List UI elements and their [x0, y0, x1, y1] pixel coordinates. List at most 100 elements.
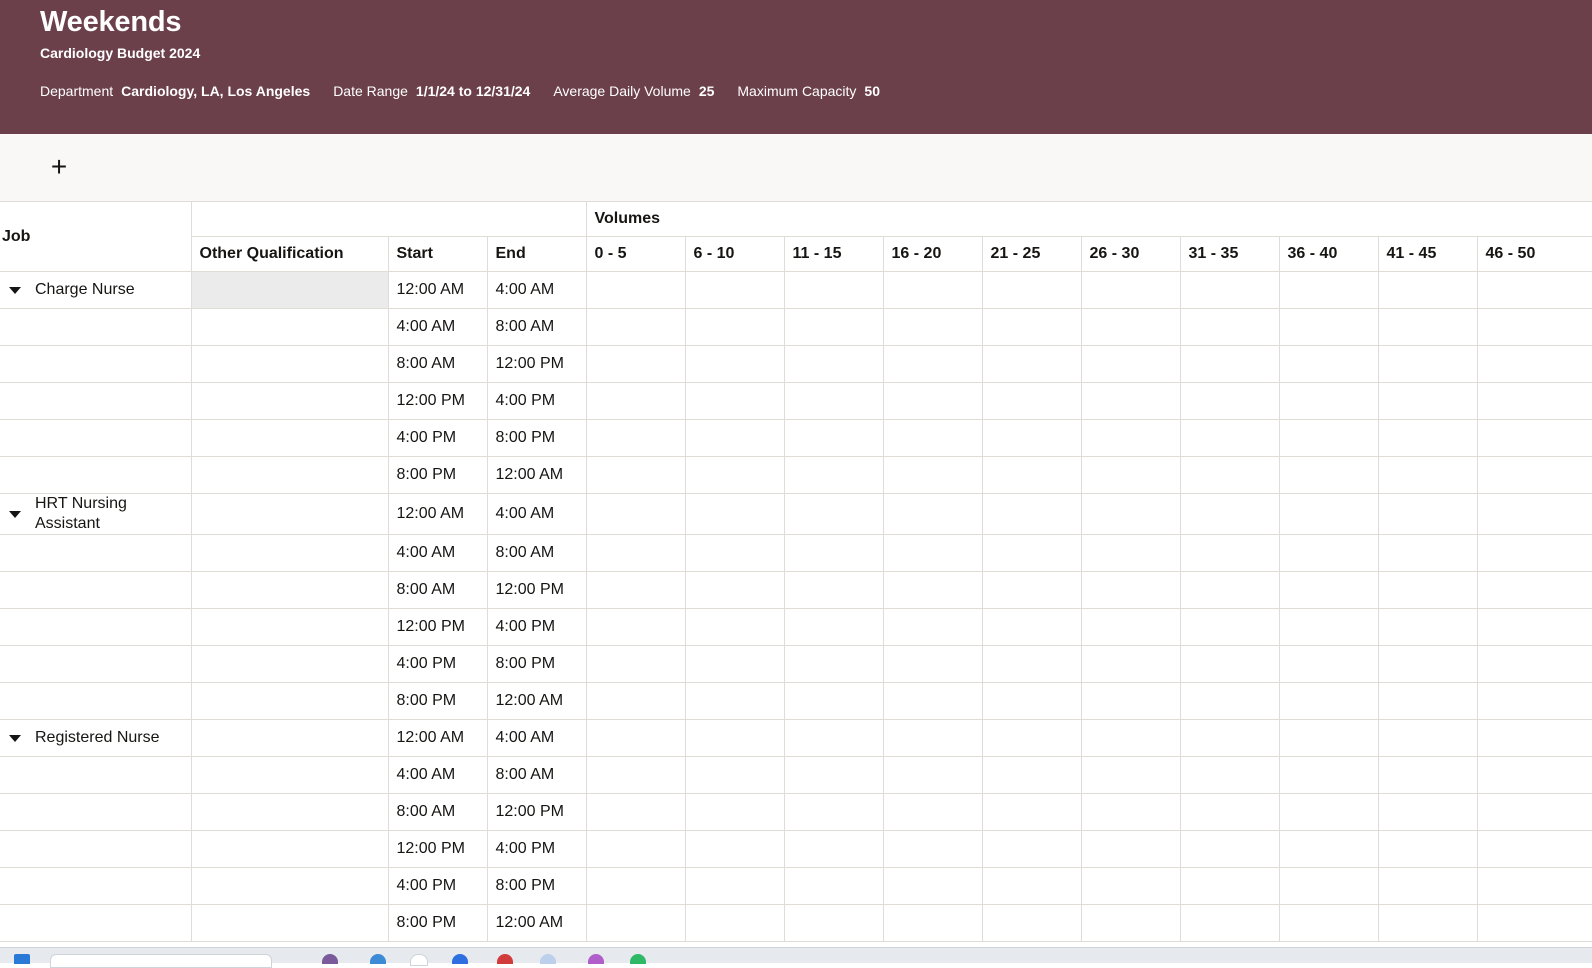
other-qualification-cell[interactable] — [190, 382, 389, 420]
app-icon[interactable] — [410, 954, 428, 966]
volume-cell[interactable] — [1080, 719, 1181, 757]
volume-cell[interactable] — [783, 793, 884, 831]
volume-cell[interactable] — [981, 493, 1082, 535]
job-cell[interactable]: HRT Nursing Assistant — [0, 493, 192, 535]
volume-cell[interactable] — [1476, 534, 1592, 572]
other-qualification-cell[interactable] — [190, 571, 389, 609]
job-group-header[interactable]: Registered Nurse — [0, 728, 183, 748]
volume-cell[interactable] — [1278, 608, 1379, 646]
volume-cell[interactable] — [684, 830, 785, 868]
other-qualification-cell[interactable] — [190, 419, 389, 457]
end-time-cell[interactable]: 12:00 AM — [486, 456, 587, 494]
volume-cell[interactable] — [882, 904, 983, 942]
volume-cell[interactable] — [684, 867, 785, 905]
column-header-volume-range[interactable]: 36 - 40 — [1278, 236, 1379, 272]
volume-cell[interactable] — [1377, 719, 1478, 757]
end-time-cell[interactable]: 4:00 AM — [486, 719, 587, 757]
caret-down-icon[interactable] — [9, 286, 21, 294]
volume-cell[interactable] — [783, 830, 884, 868]
volume-cell[interactable] — [1377, 534, 1478, 572]
volume-cell[interactable] — [684, 682, 785, 720]
volume-cell[interactable] — [981, 867, 1082, 905]
volume-cell[interactable] — [783, 345, 884, 383]
volume-cell[interactable] — [981, 719, 1082, 757]
volume-cell[interactable] — [1278, 534, 1379, 572]
app-icon[interactable] — [452, 954, 468, 964]
volume-cell[interactable] — [1179, 571, 1280, 609]
volume-cell[interactable] — [1278, 645, 1379, 683]
volume-cell[interactable] — [1476, 571, 1592, 609]
column-header-volume-range[interactable]: 26 - 30 — [1080, 236, 1181, 272]
volume-cell[interactable] — [684, 493, 785, 535]
volume-cell[interactable] — [1377, 608, 1478, 646]
volume-cell[interactable] — [1080, 456, 1181, 494]
volume-cell[interactable] — [783, 571, 884, 609]
volume-cell[interactable] — [684, 271, 785, 309]
end-time-cell[interactable]: 12:00 PM — [486, 793, 587, 831]
volume-cell[interactable] — [1179, 904, 1280, 942]
volume-cell[interactable] — [1278, 571, 1379, 609]
volume-cell[interactable] — [1278, 308, 1379, 346]
other-qualification-cell[interactable] — [190, 867, 389, 905]
volume-cell[interactable] — [783, 271, 884, 309]
volume-cell[interactable] — [783, 308, 884, 346]
volume-cell[interactable] — [783, 682, 884, 720]
volume-cell[interactable] — [684, 345, 785, 383]
start-time-cell[interactable]: 12:00 AM — [387, 493, 488, 535]
volume-cell[interactable] — [585, 382, 686, 420]
volume-cell[interactable] — [1179, 456, 1280, 494]
start-time-cell[interactable]: 4:00 PM — [387, 645, 488, 683]
other-qualification-cell[interactable] — [190, 904, 389, 942]
volume-cell[interactable] — [1278, 419, 1379, 457]
volume-cell[interactable] — [684, 608, 785, 646]
volume-cell[interactable] — [1377, 345, 1478, 383]
volume-cell[interactable] — [1377, 419, 1478, 457]
volume-cell[interactable] — [1080, 904, 1181, 942]
volume-cell[interactable] — [1080, 271, 1181, 309]
volume-cell[interactable] — [1476, 756, 1592, 794]
volume-cell[interactable] — [1377, 308, 1478, 346]
app-icon[interactable] — [322, 954, 338, 964]
volume-cell[interactable] — [783, 645, 884, 683]
volume-cell[interactable] — [585, 793, 686, 831]
end-time-cell[interactable]: 4:00 PM — [486, 608, 587, 646]
end-time-cell[interactable]: 8:00 AM — [486, 756, 587, 794]
volume-cell[interactable] — [585, 608, 686, 646]
end-time-cell[interactable]: 8:00 PM — [486, 867, 587, 905]
volume-cell[interactable] — [585, 271, 686, 309]
app-icon[interactable] — [540, 954, 556, 964]
column-header-volume-range[interactable]: 41 - 45 — [1377, 236, 1478, 272]
volume-cell[interactable] — [1476, 719, 1592, 757]
volume-cell[interactable] — [882, 493, 983, 535]
volume-cell[interactable] — [1377, 493, 1478, 535]
add-button[interactable]: + — [42, 150, 76, 184]
volume-cell[interactable] — [882, 756, 983, 794]
column-header-volume-range[interactable]: 31 - 35 — [1179, 236, 1280, 272]
start-time-cell[interactable]: 8:00 AM — [387, 571, 488, 609]
volume-cell[interactable] — [1476, 271, 1592, 309]
volume-cell[interactable] — [1377, 793, 1478, 831]
volume-cell[interactable] — [585, 867, 686, 905]
windows-start-icon[interactable] — [14, 954, 30, 964]
start-time-cell[interactable]: 12:00 PM — [387, 608, 488, 646]
volume-cell[interactable] — [882, 830, 983, 868]
volume-cell[interactable] — [1476, 456, 1592, 494]
volume-cell[interactable] — [1080, 308, 1181, 346]
volume-cell[interactable] — [1476, 419, 1592, 457]
volume-cell[interactable] — [981, 756, 1082, 794]
volume-cell[interactable] — [1080, 793, 1181, 831]
app-icon[interactable] — [370, 954, 386, 964]
volume-cell[interactable] — [981, 682, 1082, 720]
volume-cell[interactable] — [1278, 382, 1379, 420]
volume-cell[interactable] — [1476, 645, 1592, 683]
volume-cell[interactable] — [981, 793, 1082, 831]
other-qualification-cell[interactable] — [190, 645, 389, 683]
start-time-cell[interactable]: 12:00 AM — [387, 271, 488, 309]
volume-cell[interactable] — [1278, 345, 1379, 383]
start-time-cell[interactable]: 8:00 AM — [387, 793, 488, 831]
start-time-cell[interactable]: 8:00 PM — [387, 904, 488, 942]
volume-cell[interactable] — [585, 756, 686, 794]
volume-cell[interactable] — [882, 867, 983, 905]
volume-cell[interactable] — [1278, 756, 1379, 794]
volume-cell[interactable] — [783, 608, 884, 646]
